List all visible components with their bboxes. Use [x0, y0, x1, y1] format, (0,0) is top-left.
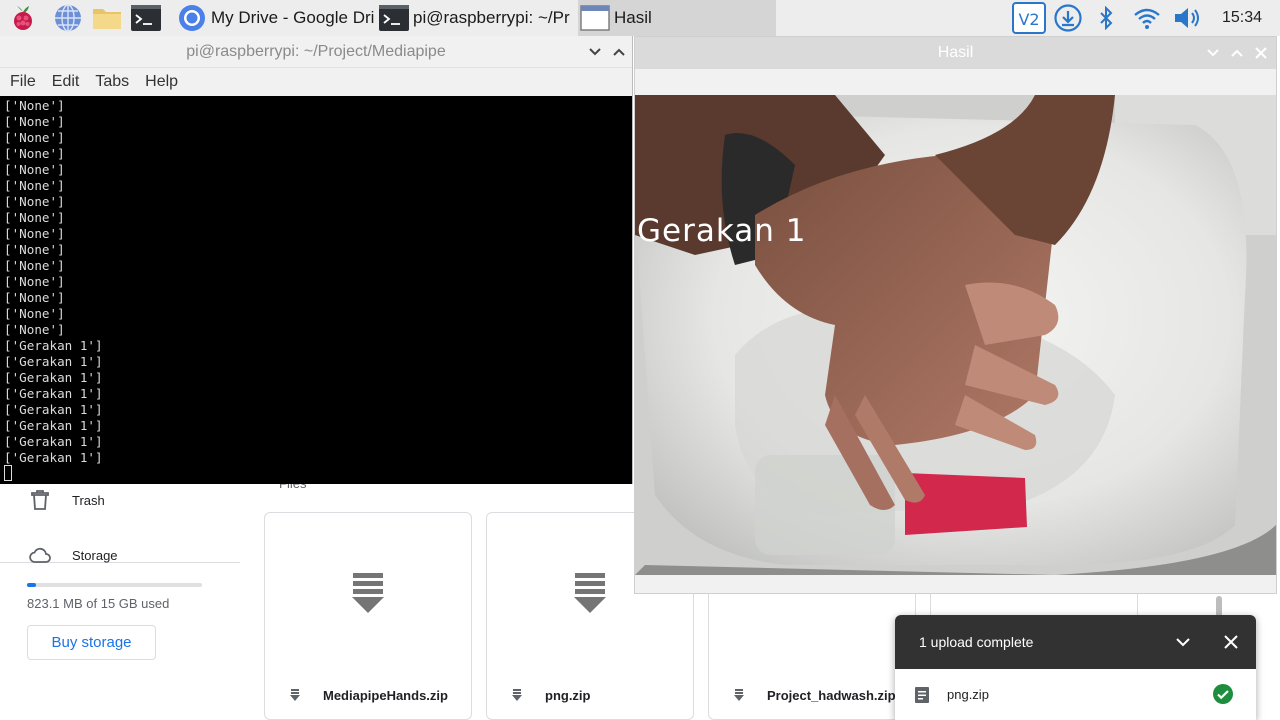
- file-name: png.zip: [545, 687, 591, 703]
- camera-image: [635, 95, 1276, 575]
- sidebar-item-label: Trash: [72, 492, 105, 508]
- bluetooth-icon[interactable]: [1094, 3, 1118, 33]
- menu-help[interactable]: Help: [145, 73, 178, 91]
- zip-icon: [287, 687, 303, 703]
- chromium-icon: [177, 3, 207, 33]
- chevron-down-icon[interactable]: [1172, 631, 1194, 653]
- hasil-window: Hasil Gerakan 1: [634, 36, 1277, 594]
- menu-file[interactable]: File: [10, 73, 36, 91]
- zip-icon: [731, 687, 747, 703]
- terminal-window: pi@raspberrypi: ~/Project/Mediapipe File…: [0, 36, 633, 484]
- file-card[interactable]: MediapipeHands.zip: [264, 512, 472, 720]
- gesture-label: Gerakan 1: [637, 213, 807, 249]
- terminal-line: ['None']: [4, 194, 65, 209]
- terminal-line: ['None']: [4, 306, 65, 321]
- upload-toast-header: 1 upload complete: [895, 615, 1256, 669]
- terminal-icon[interactable]: [131, 3, 161, 33]
- check-circle-icon: [1212, 683, 1234, 705]
- terminal-line: ['Gerakan 1']: [4, 338, 103, 353]
- cloud-icon: [28, 543, 52, 567]
- sidebar-item-label: Storage: [72, 547, 118, 563]
- terminal-line: ['Gerakan 1']: [4, 370, 103, 385]
- minimize-icon[interactable]: [1203, 43, 1223, 63]
- hasil-toolbar: [635, 69, 1276, 95]
- document-icon: [913, 686, 931, 704]
- upload-file-name: png.zip: [947, 687, 989, 702]
- terminal-line: ['Gerakan 1']: [4, 434, 103, 449]
- window-title-text: Hasil: [937, 44, 974, 61]
- raspberry-menu-icon[interactable]: [8, 3, 38, 33]
- clock[interactable]: 15:34: [1222, 0, 1262, 36]
- taskbar-task-terminal[interactable]: pi@raspberrypi: ~/Pr: [377, 0, 577, 36]
- sidebar-item-storage[interactable]: Storage: [28, 543, 118, 567]
- terminal-line: ['Gerakan 1']: [4, 402, 103, 417]
- terminal-menubar: File Edit Tabs Help: [0, 68, 632, 96]
- terminal-line: ['None']: [4, 226, 65, 241]
- sidebar-item-trash[interactable]: Trash: [28, 488, 105, 512]
- terminal-line: ['None']: [4, 322, 65, 337]
- terminal-line: ['Gerakan 1']: [4, 354, 103, 369]
- close-icon[interactable]: [1220, 631, 1242, 653]
- menu-tabs[interactable]: Tabs: [95, 73, 129, 91]
- taskbar-task-label: My Drive - Google Dri: [211, 8, 375, 27]
- terminal-line: ['None']: [4, 146, 65, 161]
- terminal-output[interactable]: ['None'] ['None'] ['None'] ['None'] ['None']…: [0, 96, 632, 484]
- volume-icon[interactable]: [1172, 3, 1204, 33]
- terminal-icon: [379, 3, 409, 33]
- terminal-line: ['None']: [4, 258, 65, 273]
- terminal-line: ['Gerakan 1']: [4, 386, 103, 401]
- terminal-line: ['None']: [4, 290, 65, 305]
- close-icon[interactable]: [1251, 43, 1271, 63]
- storage-bar: [27, 583, 202, 587]
- terminal-line: ['None']: [4, 98, 65, 113]
- upload-toast: 1 upload complete png.zip: [895, 615, 1256, 720]
- terminal-line: ['None']: [4, 114, 65, 129]
- taskbar-task-hasil[interactable]: Hasil: [578, 0, 776, 36]
- terminal-line: ['Gerakan 1']: [4, 450, 103, 465]
- storage-used-text: 823.1 MB of 15 GB used: [27, 596, 170, 611]
- download-icon[interactable]: [1053, 3, 1083, 33]
- terminal-line: ['None']: [4, 210, 65, 225]
- taskbar: My Drive - Google Dri pi@raspberrypi: ~/…: [0, 0, 1280, 36]
- minimize-icon[interactable]: [585, 42, 605, 62]
- svg-text:V2: V2: [1018, 10, 1039, 29]
- terminal-cursor: [4, 465, 12, 481]
- terminal-line: ['None']: [4, 130, 65, 145]
- zip-file-icon: [352, 573, 384, 620]
- buy-storage-button[interactable]: Buy storage: [27, 625, 156, 660]
- window-title: pi@raspberrypi: ~/Project/Mediapipe: [0, 36, 632, 68]
- zip-file-icon: [574, 573, 606, 620]
- vnc-icon[interactable]: V2: [1011, 2, 1047, 34]
- terminal-line: ['None']: [4, 178, 65, 193]
- trash-icon: [28, 488, 52, 512]
- file-name: MediapipeHands.zip: [323, 687, 448, 703]
- maximize-icon[interactable]: [1227, 43, 1247, 63]
- camera-feed: Gerakan 1: [635, 95, 1276, 575]
- terminal-line: ['None']: [4, 162, 65, 177]
- window-icon: [580, 3, 610, 33]
- window-title: Hasil: [635, 37, 1276, 69]
- taskbar-task-label: pi@raspberrypi: ~/Pr: [413, 8, 570, 27]
- terminal-line: ['None']: [4, 242, 65, 257]
- upload-toast-title: 1 upload complete: [919, 634, 1034, 650]
- globe-icon[interactable]: [53, 3, 83, 33]
- upload-item[interactable]: png.zip: [895, 669, 1256, 720]
- window-title-text: pi@raspberrypi: ~/Project/Mediapipe: [186, 42, 446, 60]
- terminal-line: ['Gerakan 1']: [4, 418, 103, 433]
- zip-icon: [509, 687, 525, 703]
- taskbar-task-chromium[interactable]: My Drive - Google Dri: [175, 0, 375, 36]
- terminal-line: ['None']: [4, 274, 65, 289]
- wifi-icon[interactable]: [1131, 3, 1163, 33]
- file-name: Project_hadwash.zip: [767, 687, 896, 703]
- maximize-icon[interactable]: [609, 42, 629, 62]
- taskbar-task-label: Hasil: [614, 8, 652, 27]
- storage-bar-fill: [27, 583, 37, 587]
- menu-edit[interactable]: Edit: [52, 73, 80, 91]
- folder-icon[interactable]: [92, 3, 122, 33]
